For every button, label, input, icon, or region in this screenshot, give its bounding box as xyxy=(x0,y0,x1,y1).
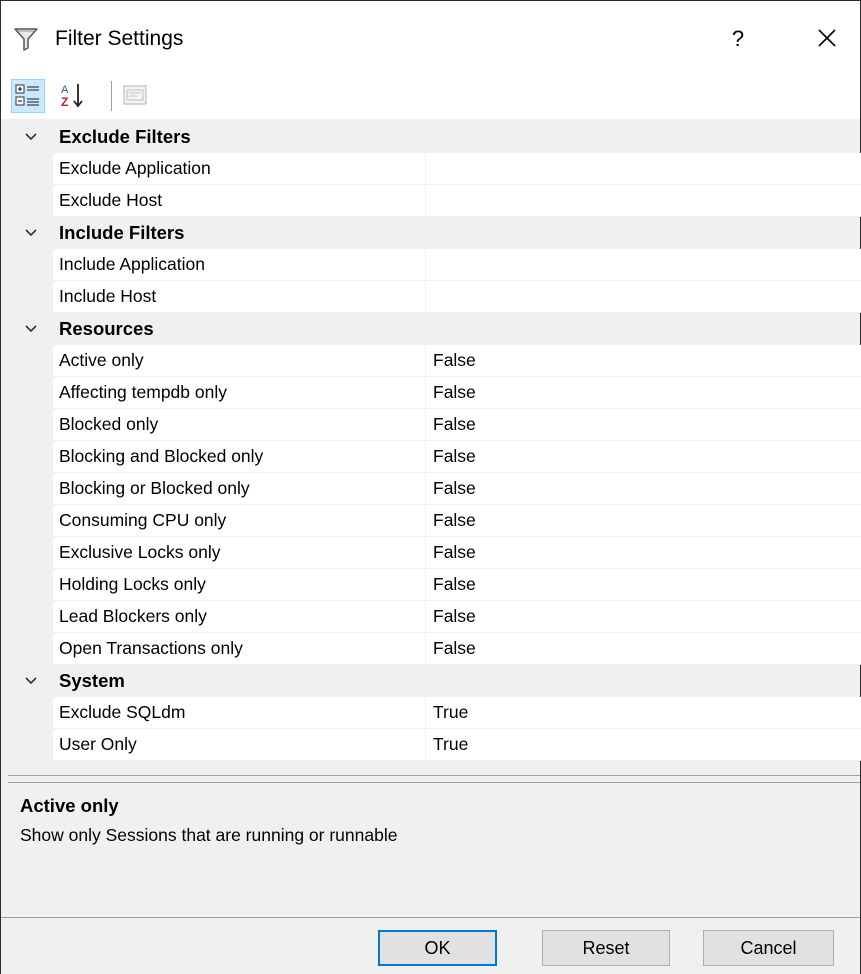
property-row[interactable]: Exclusive Locks only False xyxy=(8,537,861,569)
ok-button[interactable]: OK xyxy=(378,930,497,966)
description-splitter[interactable] xyxy=(8,775,860,783)
category-row[interactable]: System xyxy=(8,665,860,697)
chevron-down-icon[interactable] xyxy=(23,321,39,337)
property-row[interactable]: Affecting tempdb only False xyxy=(8,377,861,409)
property-name[interactable]: Exclusive Locks only xyxy=(53,537,429,569)
funnel-icon xyxy=(13,26,39,52)
property-name[interactable]: User Only xyxy=(53,729,429,761)
property-row[interactable]: Open Transactions only False xyxy=(8,633,861,665)
property-value[interactable] xyxy=(425,249,861,281)
property-value[interactable]: False xyxy=(425,377,861,409)
property-name[interactable]: Blocked only xyxy=(53,409,429,441)
property-name[interactable]: Active only xyxy=(53,345,429,377)
property-value[interactable] xyxy=(425,281,861,313)
property-name[interactable]: Consuming CPU only xyxy=(53,505,429,537)
chevron-down-icon[interactable] xyxy=(23,129,39,145)
property-value[interactable]: False xyxy=(425,409,861,441)
category-row[interactable]: Include Filters xyxy=(8,217,860,249)
close-button[interactable] xyxy=(807,21,847,57)
property-row[interactable]: Holding Locks only False xyxy=(8,569,861,601)
property-name[interactable]: Exclude SQLdm xyxy=(53,697,429,729)
property-value[interactable]: False xyxy=(425,601,861,633)
close-icon xyxy=(818,29,836,47)
property-grid-toolbar: A Z xyxy=(1,73,860,119)
description-panel: Active only Show only Sessions that are … xyxy=(8,787,860,887)
category-label: Include Filters xyxy=(59,222,185,243)
categorized-view-button[interactable] xyxy=(11,79,45,113)
category-label: Exclude Filters xyxy=(59,126,191,147)
property-row[interactable]: Exclude Application xyxy=(8,153,861,185)
property-value[interactable]: False xyxy=(425,441,861,473)
property-name[interactable]: Holding Locks only xyxy=(53,569,429,601)
filter-settings-dialog: Filter Settings ? A Z Exclude Filters Ex… xyxy=(0,0,861,974)
property-name[interactable]: Blocking or Blocked only xyxy=(53,473,429,505)
property-name[interactable]: Exclude Host xyxy=(53,185,429,217)
property-row[interactable]: Lead Blockers only False xyxy=(8,601,861,633)
chevron-down-icon[interactable] xyxy=(23,673,39,689)
property-row[interactable]: Blocking or Blocked only False xyxy=(8,473,861,505)
cancel-button[interactable]: Cancel xyxy=(703,930,834,966)
property-name[interactable]: Lead Blockers only xyxy=(53,601,429,633)
property-value[interactable]: False xyxy=(425,537,861,569)
property-row[interactable]: Blocked only False xyxy=(8,409,861,441)
property-pages-icon xyxy=(123,85,147,105)
dialog-title: Filter Settings xyxy=(55,27,184,50)
property-row[interactable]: Active only False xyxy=(8,345,861,377)
property-row[interactable]: Include Host xyxy=(8,281,861,313)
property-name[interactable]: Affecting tempdb only xyxy=(53,377,429,409)
description-title: Active only xyxy=(20,795,119,816)
property-row[interactable]: Exclude Host xyxy=(8,185,861,217)
help-button[interactable]: ? xyxy=(721,23,755,55)
sort-alphabetical-button[interactable]: A Z xyxy=(57,79,91,113)
property-name[interactable]: Include Host xyxy=(53,281,429,313)
property-row[interactable]: User Only True xyxy=(8,729,861,761)
property-row[interactable]: Blocking and Blocked only False xyxy=(8,441,861,473)
property-name[interactable]: Open Transactions only xyxy=(53,633,429,665)
category-row[interactable]: Resources xyxy=(8,313,860,345)
property-value[interactable]: True xyxy=(425,729,861,761)
property-value[interactable]: False xyxy=(425,473,861,505)
property-value[interactable]: False xyxy=(425,569,861,601)
property-row[interactable]: Include Application xyxy=(8,249,861,281)
category-row[interactable]: Exclude Filters xyxy=(8,121,860,153)
property-name[interactable]: Include Application xyxy=(53,249,429,281)
chevron-down-icon[interactable] xyxy=(23,225,39,241)
sort-alphabetical-icon: A Z xyxy=(61,84,83,109)
property-row[interactable]: Exclude SQLdm True xyxy=(8,697,861,729)
category-label: System xyxy=(59,670,125,691)
property-value[interactable]: True xyxy=(425,697,861,729)
property-grid: Exclude Filters Exclude Application Exclud… xyxy=(8,121,861,771)
categorized-view-icon xyxy=(15,84,39,106)
property-value[interactable]: False xyxy=(425,633,861,665)
property-value[interactable] xyxy=(425,185,861,217)
dialog-button-bar: OK Reset Cancel xyxy=(1,917,860,974)
description-text: Show only Sessions that are running or r… xyxy=(20,825,398,845)
property-value[interactable]: False xyxy=(425,505,861,537)
property-name[interactable]: Exclude Application xyxy=(53,153,429,185)
title-bar: Filter Settings ? xyxy=(1,1,860,73)
property-value[interactable]: False xyxy=(425,345,861,377)
property-row[interactable]: Consuming CPU only False xyxy=(8,505,861,537)
property-name[interactable]: Blocking and Blocked only xyxy=(53,441,429,473)
property-pages-button[interactable] xyxy=(119,79,153,113)
reset-button[interactable]: Reset xyxy=(542,930,670,966)
property-value[interactable] xyxy=(425,153,861,185)
toolbar-separator xyxy=(111,81,112,111)
category-label: Resources xyxy=(59,318,154,339)
svg-text:Z: Z xyxy=(61,95,68,109)
